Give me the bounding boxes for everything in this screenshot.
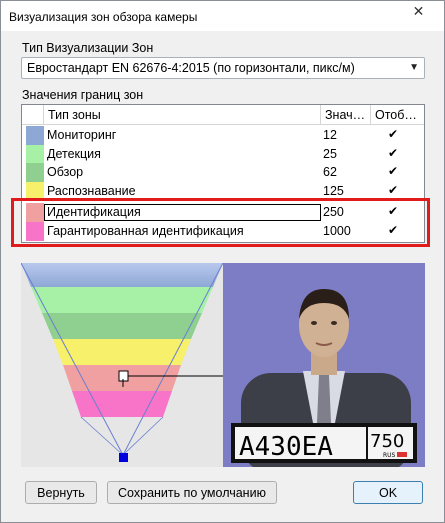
header-zone-type[interactable]: Тип зоны — [44, 105, 321, 125]
zone-value[interactable]: 62 — [323, 165, 337, 179]
camera-icon[interactable] — [119, 453, 128, 462]
plate-region: 750 — [370, 431, 404, 452]
view-ray-center-left — [80, 416, 124, 456]
zone-value[interactable]: 125 — [323, 184, 344, 198]
person-image: А430ЕА 750 RUS — [231, 289, 417, 467]
zone-type-select[interactable]: Евростандарт EN 62676-4:2015 (по горизон… — [21, 57, 425, 79]
red-highlight-frame — [11, 198, 430, 247]
table-row[interactable]: Обзор 62 ✔ — [22, 163, 424, 182]
zones-group-label: Значения границ зон — [22, 88, 144, 102]
zone-color-swatch — [26, 163, 44, 182]
display-checkbox[interactable]: ✔ — [388, 146, 398, 160]
plate-flag — [397, 452, 407, 457]
ok-button[interactable]: OK — [353, 481, 423, 504]
table-row[interactable]: Детекция 25 ✔ — [22, 144, 424, 163]
view-ray-center-right — [122, 416, 164, 456]
zone-preview-panel: А430ЕА 750 RUS — [21, 263, 425, 467]
zone-color-swatch — [26, 144, 44, 163]
display-checkbox[interactable]: ✔ — [388, 164, 398, 178]
chevron-down-icon: ▼ — [409, 62, 419, 73]
zone-value[interactable]: 25 — [323, 147, 337, 161]
zone-name: Детекция — [47, 146, 101, 161]
header-color-column — [22, 105, 44, 125]
funnel-band-guaranteed-identification — [72, 391, 172, 417]
header-display[interactable]: Отоб… — [371, 105, 424, 125]
zone-name: Мониторинг — [47, 128, 117, 142]
zone-name: Обзор — [47, 165, 84, 179]
table-row[interactable]: Мониторинг 12 ✔ — [22, 126, 424, 145]
display-checkbox[interactable]: ✔ — [388, 183, 398, 197]
tie — [317, 375, 331, 423]
header-value[interactable]: Знач… — [321, 105, 371, 125]
display-checkbox[interactable]: ✔ — [388, 127, 398, 141]
funnel-band-recognition — [53, 339, 191, 365]
funnel-band-overview — [42, 313, 202, 339]
revert-button[interactable]: Вернуть — [25, 481, 97, 504]
zone-funnel-diagram — [21, 263, 223, 462]
close-button[interactable]: ✕ — [396, 1, 441, 22]
funnel-band-detection — [31, 287, 213, 313]
left-eye — [311, 321, 317, 325]
dialog-window: Визуализация зон обзора камеры ✕ Тип Виз… — [0, 0, 445, 523]
zone-value[interactable]: 12 — [323, 128, 337, 142]
save-default-button[interactable]: Сохранить по умолчанию — [107, 481, 277, 504]
close-icon: ✕ — [412, 3, 425, 19]
right-eye — [331, 321, 337, 325]
zone-type-label: Тип Визуализации Зон — [22, 41, 154, 55]
zone-name: Распознавание — [47, 183, 136, 198]
identification-preview-image: А430ЕА 750 RUS — [223, 263, 425, 467]
title-bar: Визуализация зон обзора камеры ✕ — [1, 1, 444, 31]
plate-number: А430ЕА — [239, 432, 333, 462]
funnel-band-monitoring — [21, 263, 223, 287]
plate-country: RUS — [383, 452, 396, 459]
zones-table-header: Тип зоны Знач… Отоб… — [22, 105, 424, 125]
window-title: Визуализация зон обзора камеры — [9, 10, 198, 24]
zone-type-selected-value: Евростандарт EN 62676-4:2015 (по горизон… — [27, 61, 355, 75]
zone-color-swatch — [26, 126, 44, 145]
